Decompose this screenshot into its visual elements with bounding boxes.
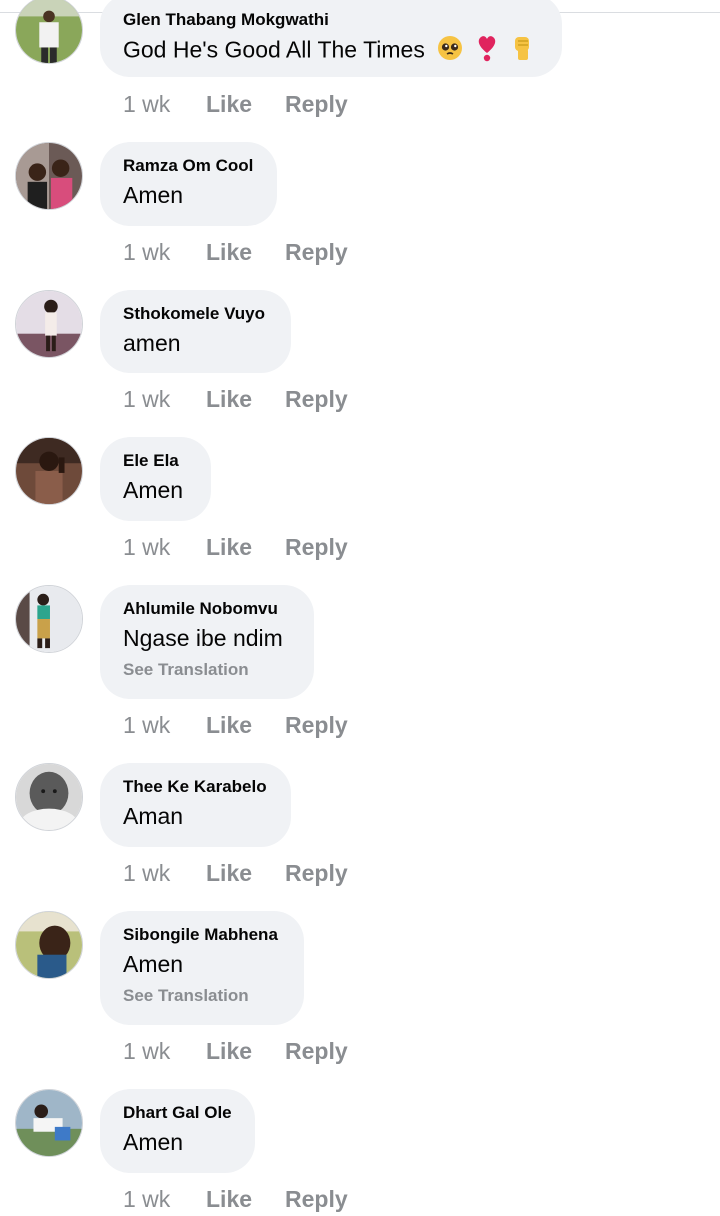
avatar[interactable]: [15, 290, 83, 358]
comment-text: Amen: [123, 477, 184, 503]
commenter-name[interactable]: Sthokomele Vuyo: [123, 304, 267, 324]
comment-text: God He's Good All The Times: [123, 34, 538, 69]
comment-text: Amen: [123, 951, 184, 977]
avatar[interactable]: [15, 763, 83, 831]
reply-button[interactable]: Reply: [285, 90, 348, 118]
comment-text: Amen: [123, 182, 184, 208]
like-button[interactable]: Like: [206, 385, 252, 413]
commenter-name[interactable]: Ele Ela: [123, 451, 187, 471]
avatar[interactable]: [15, 142, 83, 210]
raised-fist-icon: [510, 34, 534, 69]
comment-bubble[interactable]: Dhart Gal Ole Amen: [100, 1089, 255, 1173]
like-button[interactable]: Like: [206, 1037, 252, 1065]
comment-timestamp[interactable]: 1 wk: [123, 1185, 170, 1213]
reply-button[interactable]: Reply: [285, 238, 348, 266]
avatar[interactable]: [15, 1089, 83, 1157]
like-button[interactable]: Like: [206, 533, 252, 561]
like-button[interactable]: Like: [206, 859, 252, 887]
comment-timestamp[interactable]: 1 wk: [123, 385, 170, 413]
like-button[interactable]: Like: [206, 711, 252, 739]
comment-bubble[interactable]: Thee Ke Karabelo Aman: [100, 763, 291, 847]
reply-button[interactable]: Reply: [285, 859, 348, 887]
avatar[interactable]: [15, 911, 83, 979]
avatar[interactable]: [15, 585, 83, 653]
heart-exclamation-icon: [476, 34, 498, 69]
reply-button[interactable]: Reply: [285, 385, 348, 413]
comment-text: amen: [123, 330, 181, 356]
like-button[interactable]: Like: [206, 90, 252, 118]
comment-timestamp[interactable]: 1 wk: [123, 238, 170, 266]
comment-bubble[interactable]: Ramza Om Cool Amen: [100, 142, 277, 226]
commenter-name[interactable]: Ramza Om Cool: [123, 156, 253, 176]
comment-bubble[interactable]: Ele Ela Amen: [100, 437, 211, 521]
see-translation-link[interactable]: See Translation: [123, 659, 290, 681]
like-button[interactable]: Like: [206, 1185, 252, 1213]
comment-bubble[interactable]: Sthokomele Vuyo amen: [100, 290, 291, 373]
commenter-name[interactable]: Dhart Gal Ole: [123, 1103, 232, 1123]
comment-bubble[interactable]: Ahlumile Nobomvu Ngase ibe ndim See Tran…: [100, 585, 314, 699]
commenter-name[interactable]: Ahlumile Nobomvu: [123, 599, 290, 619]
comment-timestamp[interactable]: 1 wk: [123, 859, 170, 887]
avatar[interactable]: [15, 437, 83, 505]
comment-timestamp[interactable]: 1 wk: [123, 533, 170, 561]
see-translation-link[interactable]: See Translation: [123, 985, 280, 1007]
reply-button[interactable]: Reply: [285, 1037, 348, 1065]
reply-button[interactable]: Reply: [285, 533, 348, 561]
commenter-name[interactable]: Thee Ke Karabelo: [123, 777, 267, 797]
reply-button[interactable]: Reply: [285, 711, 348, 739]
comment-bubble[interactable]: Glen Thabang Mokgwathi God He's Good All…: [100, 0, 562, 77]
comment-text: Amen: [123, 1129, 184, 1155]
commenter-name[interactable]: Sibongile Mabhena: [123, 925, 280, 945]
comment-text: Aman: [123, 803, 184, 829]
reply-button[interactable]: Reply: [285, 1185, 348, 1213]
like-button[interactable]: Like: [206, 238, 252, 266]
comment-bubble[interactable]: Sibongile Mabhena Amen See Translation: [100, 911, 304, 1025]
comment-text-body: God He's Good All The Times: [123, 36, 425, 63]
avatar[interactable]: [15, 0, 83, 64]
pleading-face-icon: [437, 35, 463, 68]
comment-text: Ngase ibe ndim: [123, 625, 283, 651]
comment-timestamp[interactable]: 1 wk: [123, 1037, 170, 1065]
comment-timestamp[interactable]: 1 wk: [123, 711, 170, 739]
comment-timestamp[interactable]: 1 wk: [123, 90, 170, 118]
commenter-name[interactable]: Glen Thabang Mokgwathi: [123, 10, 538, 30]
